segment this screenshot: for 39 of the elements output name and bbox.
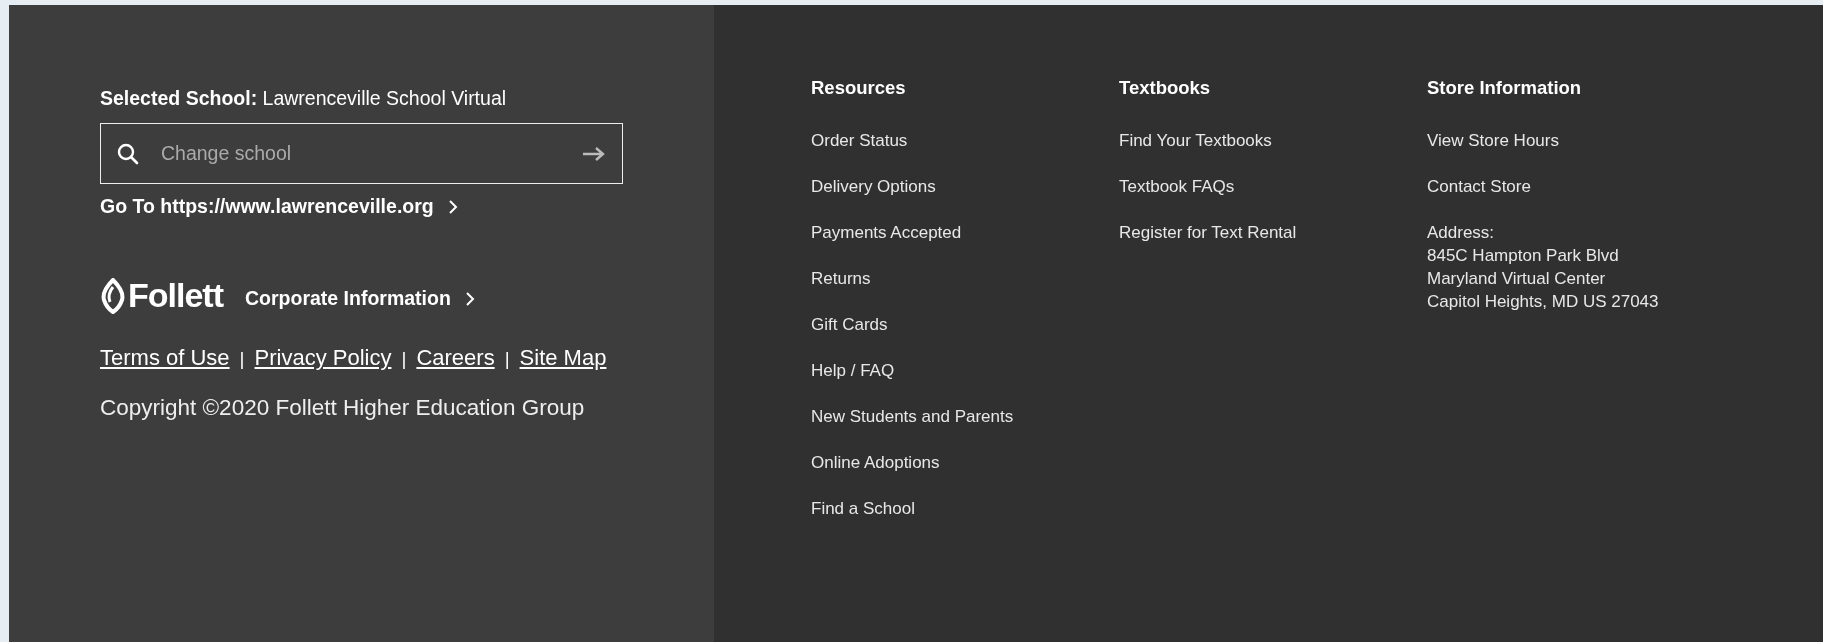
address-line: Maryland Virtual Center <box>1427 268 1607 290</box>
footer-link[interactable]: New Students and Parents <box>811 407 1119 453</box>
footer-link[interactable]: Order Status <box>811 131 1119 177</box>
footer-link[interactable]: Online Adoptions <box>811 453 1119 499</box>
arrow-right-icon[interactable] <box>582 145 606 162</box>
school-search-input[interactable]: Change school <box>159 141 562 166</box>
legal-link[interactable]: Careers <box>416 345 495 371</box>
copyright-text: Copyright ©2020 Follett Higher Education Group <box>100 395 586 421</box>
search-icon <box>117 142 139 165</box>
school-search-field[interactable]: Change school <box>100 123 623 184</box>
column-heading: Resources <box>811 77 907 99</box>
chevron-right-icon <box>464 290 475 307</box>
address-line: Capitol Heights, MD US 27043 <box>1427 291 1660 313</box>
footer-link[interactable]: Gift Cards <box>811 315 1119 361</box>
footer-link[interactable]: Register for Text Rental <box>1119 223 1427 269</box>
separator: | <box>504 348 510 370</box>
footer-link[interactable]: Returns <box>811 269 1119 315</box>
legal-link[interactable]: Privacy Policy <box>254 345 392 371</box>
footer-link[interactable]: Find Your Textbooks <box>1119 131 1427 177</box>
column-heading: Store Information <box>1427 77 1583 99</box>
school-website-link[interactable]: Go To https://www.lawrenceville.org <box>100 195 714 218</box>
footer-link[interactable]: View Store Hours <box>1427 131 1735 177</box>
separator: | <box>401 348 407 370</box>
selected-school-text: Selected School: Lawrenceville School Virtual <box>100 87 508 110</box>
footer-link[interactable]: Help / FAQ <box>811 361 1119 407</box>
chevron-right-icon <box>447 198 458 215</box>
footer-link[interactable]: Delivery Options <box>811 177 1119 223</box>
footer-link[interactable]: Find a School <box>811 499 1119 545</box>
address-line: 845C Hampton Park Blvd <box>1427 245 1620 267</box>
follett-logo[interactable]: Follett <box>100 276 223 315</box>
footer-link[interactable]: Contact Store <box>1427 177 1735 223</box>
address-label: Address: <box>1427 222 1496 244</box>
separator: | <box>239 348 245 370</box>
legal-link[interactable]: Terms of Use <box>100 345 230 371</box>
corporate-information-link[interactable]: Corporate Information <box>245 287 475 310</box>
column-heading: Textbooks <box>1119 77 1212 99</box>
legal-link[interactable]: Site Map <box>519 345 607 371</box>
footer-link[interactable]: Textbook FAQs <box>1119 177 1427 223</box>
footer-link[interactable]: Payments Accepted <box>811 223 1119 269</box>
